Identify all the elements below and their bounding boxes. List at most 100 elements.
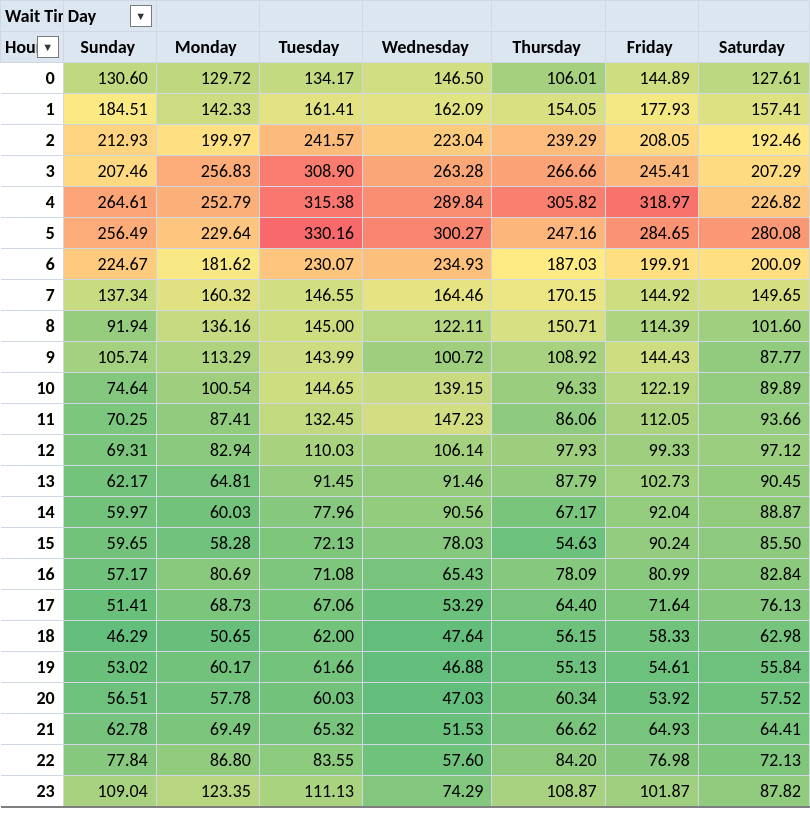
column-header-wednesday[interactable]: Wednesday [363,32,492,63]
heatmap-cell: 64.81 [156,466,259,497]
hour-label: 0 [1,63,64,94]
heatmap-cell: 144.89 [605,63,698,94]
heatmap-cell: 170.15 [492,280,605,311]
table-row: 2277.8486.8083.5557.6084.2076.9872.13 [1,745,810,776]
heatmap-cell: 208.05 [605,125,698,156]
heatmap-cell: 89.89 [698,373,809,404]
heatmap-cell: 263.28 [363,156,492,187]
heatmap-cell: 146.50 [363,63,492,94]
heatmap-cell: 226.82 [698,187,809,218]
heatmap-cell: 187.03 [492,249,605,280]
heatmap-cell: 106.01 [492,63,605,94]
heatmap-cell: 88.87 [698,497,809,528]
heatmap-cell: 110.03 [259,435,362,466]
hour-label: 16 [1,559,64,590]
heatmap-cell: 145.00 [259,311,362,342]
heatmap-cell: 66.62 [492,714,605,745]
table-row: 23109.04123.35111.1374.29108.87101.8787.… [1,776,810,808]
heatmap-cell: 252.79 [156,187,259,218]
heatmap-cell: 54.63 [492,528,605,559]
heatmap-cell: 47.03 [363,683,492,714]
hour-label: 4 [1,187,64,218]
heatmap-cell: 59.65 [63,528,156,559]
heatmap-cell: 212.93 [63,125,156,156]
heatmap-cell: 80.99 [605,559,698,590]
header-blank [605,1,698,32]
hour-label: 17 [1,590,64,621]
heatmap-cell: 199.91 [605,249,698,280]
heatmap-cell: 256.83 [156,156,259,187]
heatmap-cell: 149.65 [698,280,809,311]
row-field-dropdown[interactable]: ▼ [37,36,59,58]
heatmap-cell: 53.92 [605,683,698,714]
header-blank [363,1,492,32]
heatmap-cell: 109.04 [63,776,156,808]
heatmap-cell: 86.80 [156,745,259,776]
heatmap-cell: 129.72 [156,63,259,94]
table-row: 1657.1780.6971.0865.4378.0980.9982.84 [1,559,810,590]
heatmap-cell: 177.93 [605,94,698,125]
header-blank [698,1,809,32]
column-header-friday[interactable]: Friday [605,32,698,63]
heatmap-cell: 90.56 [363,497,492,528]
heatmap-cell: 144.92 [605,280,698,311]
heatmap-cell: 157.41 [698,94,809,125]
heatmap-cell: 239.29 [492,125,605,156]
heatmap-cell: 123.35 [156,776,259,808]
heatmap-cell: 93.66 [698,404,809,435]
heatmap-cell: 99.33 [605,435,698,466]
heatmap-cell: 60.17 [156,652,259,683]
heatmap-cell: 142.33 [156,94,259,125]
row-field-header[interactable]: Hour ▼ [1,32,64,63]
hour-label: 23 [1,776,64,808]
header-blank [492,1,605,32]
heatmap-cell: 108.87 [492,776,605,808]
column-header-thursday[interactable]: Thursday [492,32,605,63]
heatmap-cell: 57.78 [156,683,259,714]
heatmap-cell: 90.24 [605,528,698,559]
heatmap-cell: 315.38 [259,187,362,218]
column-header-saturday[interactable]: Saturday [698,32,809,63]
heatmap-cell: 144.43 [605,342,698,373]
heatmap-cell: 147.23 [363,404,492,435]
hour-label: 20 [1,683,64,714]
hour-label: 1 [1,94,64,125]
heatmap-cell: 207.46 [63,156,156,187]
heatmap-cell: 91.94 [63,311,156,342]
heatmap-cell: 97.12 [698,435,809,466]
heatmap-cell: 69.49 [156,714,259,745]
heatmap-cell: 70.25 [63,404,156,435]
heatmap-cell: 127.61 [698,63,809,94]
heatmap-cell: 86.06 [492,404,605,435]
heatmap-cell: 72.13 [698,745,809,776]
heatmap-cell: 207.29 [698,156,809,187]
heatmap-cell: 91.46 [363,466,492,497]
hour-label: 22 [1,745,64,776]
heatmap-cell: 87.77 [698,342,809,373]
table-row: 2162.7869.4965.3251.5366.6264.9364.41 [1,714,810,745]
table-row: 1269.3182.94110.03106.1497.9399.3397.12 [1,435,810,466]
column-field-dropdown[interactable]: ▼ [130,5,152,27]
heatmap-cell: 122.11 [363,311,492,342]
heatmap-cell: 74.64 [63,373,156,404]
header-blank [259,1,362,32]
hour-label: 6 [1,249,64,280]
heatmap-cell: 230.07 [259,249,362,280]
heatmap-cell: 82.94 [156,435,259,466]
heatmap-cell: 90.45 [698,466,809,497]
heatmap-cell: 69.31 [63,435,156,466]
column-header-tuesday[interactable]: Tuesday [259,32,362,63]
column-header-sunday[interactable]: Sunday [63,32,156,63]
table-row: 1362.1764.8191.4591.4687.79102.7390.45 [1,466,810,497]
heatmap-cell: 46.29 [63,621,156,652]
heatmap-cell: 134.17 [259,63,362,94]
heatmap-cell: 100.72 [363,342,492,373]
column-header-monday[interactable]: Monday [156,32,259,63]
column-field-header[interactable]: Day ▼ [63,1,156,32]
heatmap-cell: 108.92 [492,342,605,373]
heatmap-cell: 289.84 [363,187,492,218]
table-row: 2056.5157.7860.0347.0360.3453.9257.52 [1,683,810,714]
heatmap-cell: 68.73 [156,590,259,621]
heatmap-cell: 47.64 [363,621,492,652]
heatmap-cell: 62.78 [63,714,156,745]
